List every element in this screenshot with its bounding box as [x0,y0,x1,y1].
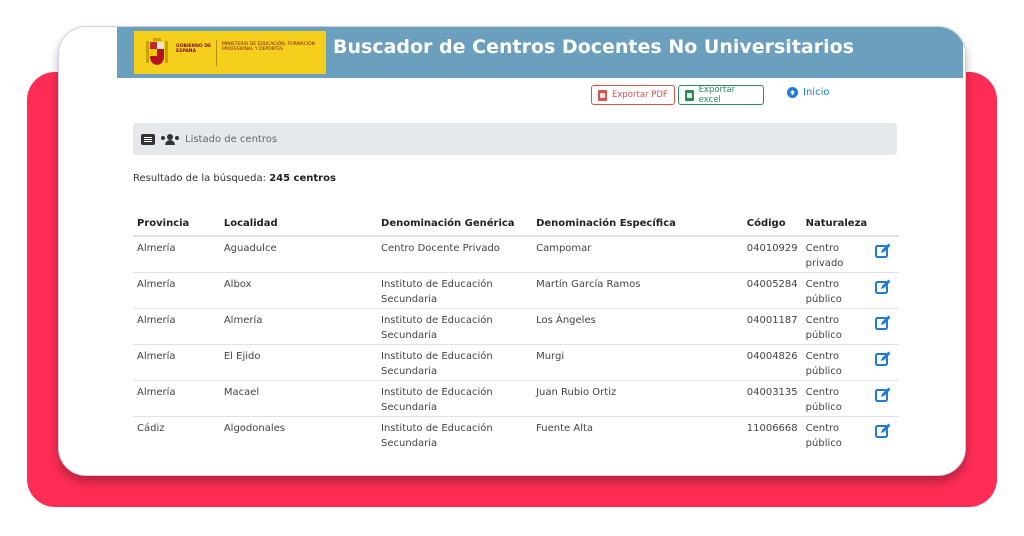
cell-provincia: Almería [133,343,220,380]
cell-actions [871,307,899,344]
page-header: GOBIERNO DE ESPAÑA MINISTERIO DE EDUCACI… [117,27,963,78]
table-row[interactable]: Almería Albox Instituto de Educación Sec… [133,271,899,308]
excel-file-icon [685,89,694,101]
cell-actions [871,415,899,452]
logo-government-text: GOBIERNO DE ESPAÑA [176,44,212,54]
edit-icon[interactable] [875,387,891,403]
cell-naturaleza: Centro público [801,343,872,380]
edit-icon[interactable] [875,351,891,367]
cell-localidad: Algodonales [219,415,378,452]
cell-provincia: Almería [133,379,220,416]
cell-naturaleza: Centro público [801,415,872,452]
cell-codigo: 04001187 [742,307,802,344]
column-header[interactable]: Denominación Específica [532,212,743,237]
cell-provincia: Almería [133,271,220,308]
cell-provincia: Cádiz [133,415,220,452]
cell-codigo: 04010929 [742,235,802,272]
page-title: Buscador de Centros Docentes No Universi… [333,36,854,58]
section-header: Listado de centros [133,123,897,155]
cell-actions [871,379,899,416]
browser-frame: GOBIERNO DE ESPAÑA MINISTERIO DE EDUCACI… [58,26,966,476]
export-pdf-label: Exportar PDF [612,90,668,100]
cell-actions [871,271,899,308]
list-icon [141,133,155,145]
table-body: Almería Aguadulce Centro Docente Privado… [133,235,899,452]
centers-table: Provincia Localidad Denominación Genéric… [133,212,899,452]
cell-codigo: 04005284 [742,271,802,308]
cell-codigo: 11006668 [742,415,802,452]
cell-localidad: Almería [219,307,378,344]
cell-denominacion-especifica: Murgi [532,343,743,380]
cell-localidad: Macael [219,379,378,416]
cell-denominacion-generica: Instituto de Educación Secundaria [377,343,533,380]
table-row[interactable]: Almería Almería Instituto de Educación S… [133,307,899,344]
logo-divider [216,40,217,66]
column-header[interactable]: Denominación Genérica [377,212,533,237]
cell-denominacion-especifica: Los Ángeles [532,307,743,344]
cell-denominacion-generica: Instituto de Educación Secundaria [377,379,533,416]
edit-icon[interactable] [875,315,891,331]
column-header[interactable]: Localidad [219,212,378,237]
cell-denominacion-generica: Centro Docente Privado [377,235,533,272]
logo-ministry-text: MINISTERIO DE EDUCACIÓN, FORMACIÓN PROFE… [222,42,316,52]
export-excel-button[interactable]: Exportar excel [678,85,764,105]
section-title: Listado de centros [185,133,278,145]
cell-denominacion-especifica: Fuente Alta [532,415,743,452]
cell-provincia: Almería [133,235,220,272]
table-row[interactable]: Almería Macael Instituto de Educación Se… [133,379,899,416]
cell-codigo: 04004826 [742,343,802,380]
export-excel-label: Exportar excel [698,85,736,105]
actions-header [871,212,899,237]
spain-coat-of-arms-icon [146,38,168,65]
table-row[interactable]: Almería Aguadulce Centro Docente Privado… [133,235,899,272]
home-link[interactable]: Inicio [787,87,829,98]
table-row[interactable]: Cádiz Algodonales Instituto de Educación… [133,415,899,452]
column-header[interactable]: Código [742,212,802,237]
arrow-up-circle-icon [787,87,798,98]
cell-provincia: Almería [133,307,220,344]
cell-localidad: Albox [219,271,378,308]
cell-denominacion-generica: Instituto de Educación Secundaria [377,271,533,308]
export-pdf-button[interactable]: Exportar PDF [591,85,675,105]
home-link-label: Inicio [803,87,830,98]
table-header-row: Provincia Localidad Denominación Genéric… [133,212,899,237]
cell-naturaleza: Centro público [801,307,872,344]
cell-naturaleza: Centro privado [801,235,872,272]
cell-actions [871,343,899,380]
result-count: 245 centros [269,173,336,184]
edit-icon[interactable] [875,423,891,439]
table-row[interactable]: Almería El Ejido Instituto de Educación … [133,343,899,380]
cell-localidad: El Ejido [219,343,378,380]
column-header[interactable]: Naturaleza [801,212,872,237]
cell-naturaleza: Centro público [801,271,872,308]
result-label: Resultado de la búsqueda: [133,173,267,184]
cell-denominacion-especifica: Campomar [532,235,743,272]
cell-localidad: Aguadulce [219,235,378,272]
cell-denominacion-especifica: Martín García Ramos [532,271,743,308]
cell-denominacion-especifica: Juan Rubio Ortiz [532,379,743,416]
cell-actions [871,235,899,272]
cell-denominacion-generica: Instituto de Educación Secundaria [377,415,533,452]
cell-codigo: 04003135 [742,379,802,416]
pdf-file-icon [598,89,607,101]
ministry-logo[interactable]: GOBIERNO DE ESPAÑA MINISTERIO DE EDUCACI… [134,31,326,74]
column-header[interactable]: Provincia [133,212,220,237]
edit-icon[interactable] [875,279,891,295]
edit-icon[interactable] [875,243,891,259]
cell-denominacion-generica: Instituto de Educación Secundaria [377,307,533,344]
cell-naturaleza: Centro público [801,379,872,416]
result-summary: Resultado de la búsqueda: 245 centros [133,173,336,184]
users-icon [161,133,179,145]
